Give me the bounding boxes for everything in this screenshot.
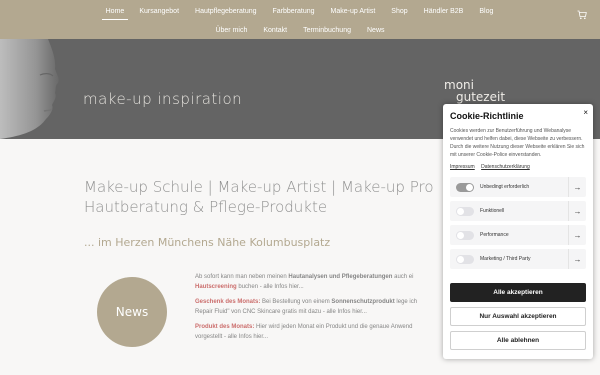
reject-all-button[interactable]: Alle ablehnen — [450, 331, 586, 350]
toggle-switch[interactable] — [456, 182, 474, 192]
impressum-link[interactable]: Impressum — [450, 164, 475, 170]
category-label: Performance — [480, 232, 509, 238]
datenschutz-link[interactable]: Datenschutzerklärung — [481, 164, 530, 170]
cookie-dialog: Cookie-Richtlinie × Cookies werden zur B… — [443, 104, 593, 359]
cookie-category-required[interactable]: Unbedingt erforderlich → — [450, 177, 586, 197]
category-label: Unbedingt erforderlich — [480, 184, 530, 190]
cookie-category-marketing[interactable]: Marketing / Third Party → — [450, 249, 586, 269]
category-label: Funktionell — [480, 208, 505, 214]
arrow-right-icon[interactable]: → — [568, 177, 586, 197]
toggle-switch[interactable] — [456, 254, 474, 264]
arrow-right-icon[interactable]: → — [568, 225, 586, 245]
accept-all-button[interactable]: Alle akzeptieren — [450, 283, 586, 302]
close-icon[interactable]: × — [583, 108, 588, 117]
cookie-links: Impressum Datenschutzerklärung — [450, 164, 586, 170]
arrow-right-icon[interactable]: → — [568, 201, 586, 221]
cookie-description: Cookies werden zur Benutzerführung und W… — [450, 128, 585, 158]
cookie-category-performance[interactable]: Performance → — [450, 225, 586, 245]
accept-selection-button[interactable]: Nur Auswahl akzeptieren — [450, 307, 586, 326]
cookie-category-functional[interactable]: Funktionell → — [450, 201, 586, 221]
toggle-switch[interactable] — [456, 206, 474, 216]
toggle-switch[interactable] — [456, 230, 474, 240]
cookie-title: Cookie-Richtlinie — [450, 111, 524, 121]
arrow-right-icon[interactable]: → — [568, 249, 586, 269]
category-label: Marketing / Third Party — [480, 256, 531, 262]
